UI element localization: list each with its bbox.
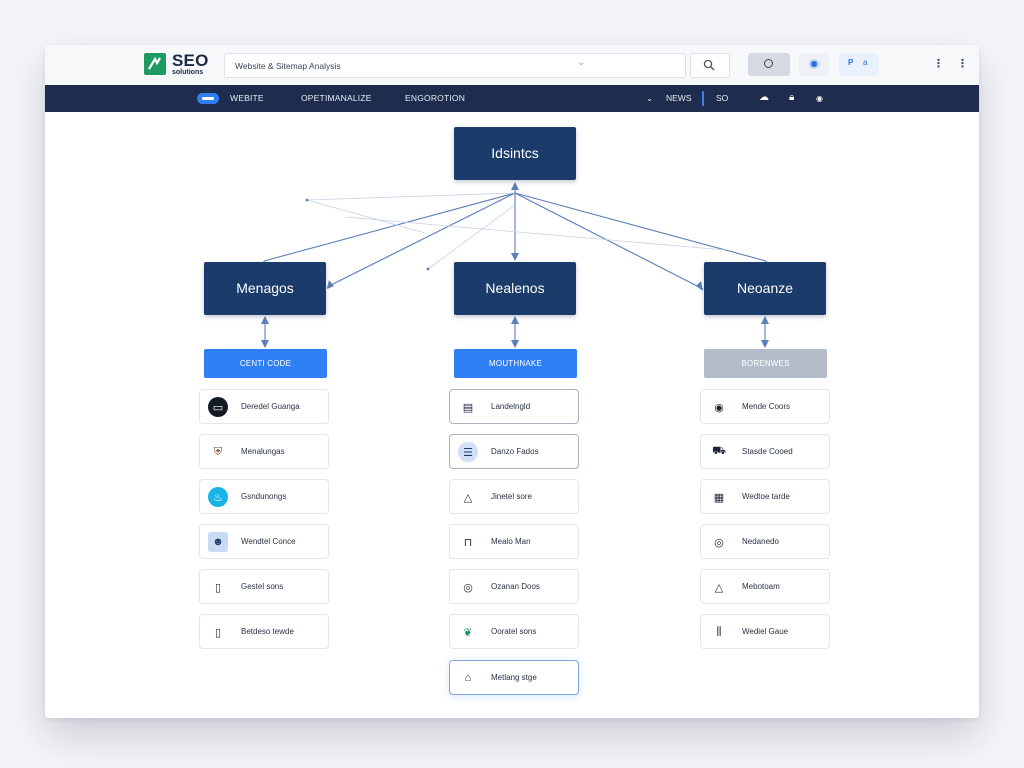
list-item-label: Menalungas <box>241 447 285 456</box>
list-item-label: Jinetel sore <box>491 492 532 501</box>
list-item-label: Gsndunongs <box>241 492 287 501</box>
list-item-selected[interactable]: ⌂ Metlang stge <box>449 660 579 695</box>
server-icon: ▦ <box>713 491 725 504</box>
list-item-label: Betdeso tewde <box>241 627 294 636</box>
node-nealenos[interactable]: Nealenos <box>454 262 576 315</box>
list-item-label: Mealo Man <box>491 537 531 546</box>
list-item-label: Deredel Guanga <box>241 402 300 411</box>
list-item[interactable]: ☻ Wendtel Conce <box>199 524 329 559</box>
car-icon: ⛟ <box>712 445 726 457</box>
list-item[interactable]: △ Jinetel sore <box>449 479 579 514</box>
code-icon: ▭ <box>208 397 228 417</box>
node-menagos[interactable]: Menagos <box>204 262 326 315</box>
list-item-label: Mende Coors <box>742 402 791 411</box>
list-item[interactable]: ▯ Gestel sons <box>199 569 329 604</box>
egg-icon: ◎ <box>714 536 724 549</box>
list-item[interactable]: ❦ Ooratel sons <box>449 614 579 649</box>
device-icon: ▯ <box>214 626 222 639</box>
category-centi-code[interactable]: CENTI CODE <box>204 349 327 378</box>
phone-icon: ▯ <box>214 581 222 594</box>
list-item-label: Metlang stge <box>491 673 537 682</box>
list-item-label: Danzo Fados <box>491 447 539 456</box>
node-label: Neoanze <box>736 280 794 296</box>
app-window: SEO solutions ⌄ P a ⋮ ⋮ WEBITE OPETIMANA… <box>45 45 979 718</box>
list-item[interactable]: ♨ Gsndunongs <box>199 479 329 514</box>
list-item-label: Gestel sons <box>241 582 284 591</box>
chat-icon: ◎ <box>463 581 473 594</box>
list-item[interactable]: ▦ Wedtoe tarde <box>700 479 830 514</box>
building-icon: ⌂ <box>464 672 472 684</box>
list-item[interactable]: ◎ Nedanedo <box>700 524 830 559</box>
list-item[interactable]: ◉ Mende Coors <box>700 389 830 424</box>
globe-icon: ◉ <box>714 401 724 414</box>
root-node[interactable]: Idsintcs <box>454 127 576 180</box>
list-item[interactable]: ▤ Landelngld <box>449 389 579 424</box>
document-icon: ▤ <box>462 401 474 414</box>
list-item[interactable]: ▭ Deredel Guanga <box>199 389 329 424</box>
list-item-label: Ozanan Doos <box>491 582 540 591</box>
list-item-label: Nedanedo <box>742 537 779 546</box>
bell-icon: △ <box>463 491 473 504</box>
node-label: Nealenos <box>485 280 545 296</box>
list-item-label: Wendtel Conce <box>241 537 296 546</box>
list-item[interactable]: ⛨ Menalungas <box>199 434 329 469</box>
plant-icon: ❦ <box>463 626 473 639</box>
list-item[interactable]: ☰ Danzo Fados <box>449 434 579 469</box>
list-item-label: Wediel Gaue <box>742 627 789 636</box>
category-borenwes[interactable]: BORENWES <box>704 349 827 378</box>
list-item[interactable]: ⛟ Stasde Cooed <box>700 434 830 469</box>
root-node-label: Idsintcs <box>491 145 539 161</box>
user-icon: ☻ <box>208 532 228 552</box>
bulb-icon: ♨ <box>208 487 228 507</box>
columns-icon: ⫼ <box>716 625 722 638</box>
list-item[interactable]: △ Mebotoam <box>700 569 830 604</box>
badge-icon: ⛨ <box>213 445 223 458</box>
bell-icon: △ <box>714 581 724 594</box>
list-item-label: Ooratel sons <box>491 627 537 636</box>
list-item-label: Mebotoam <box>742 582 780 591</box>
list-item-label: Landelngld <box>491 402 531 411</box>
list-item[interactable]: ◎ Ozanan Doos <box>449 569 579 604</box>
list-item-label: Stasde Cooed <box>742 447 793 456</box>
list-icon: ☰ <box>458 442 478 462</box>
category-mouthnake[interactable]: MOUTHNAKE <box>454 349 577 378</box>
node-neoanze[interactable]: Neoanze <box>704 262 826 315</box>
list-item-label: Wedtoe tarde <box>742 492 790 501</box>
node-label: Menagos <box>236 280 294 296</box>
list-item[interactable]: ⊓ Mealo Man <box>449 524 579 559</box>
list-item[interactable]: ⫼ Wediel Gaue <box>700 614 830 649</box>
list-item[interactable]: ▯ Betdeso tewde <box>199 614 329 649</box>
lock-icon: ⊓ <box>463 536 473 549</box>
